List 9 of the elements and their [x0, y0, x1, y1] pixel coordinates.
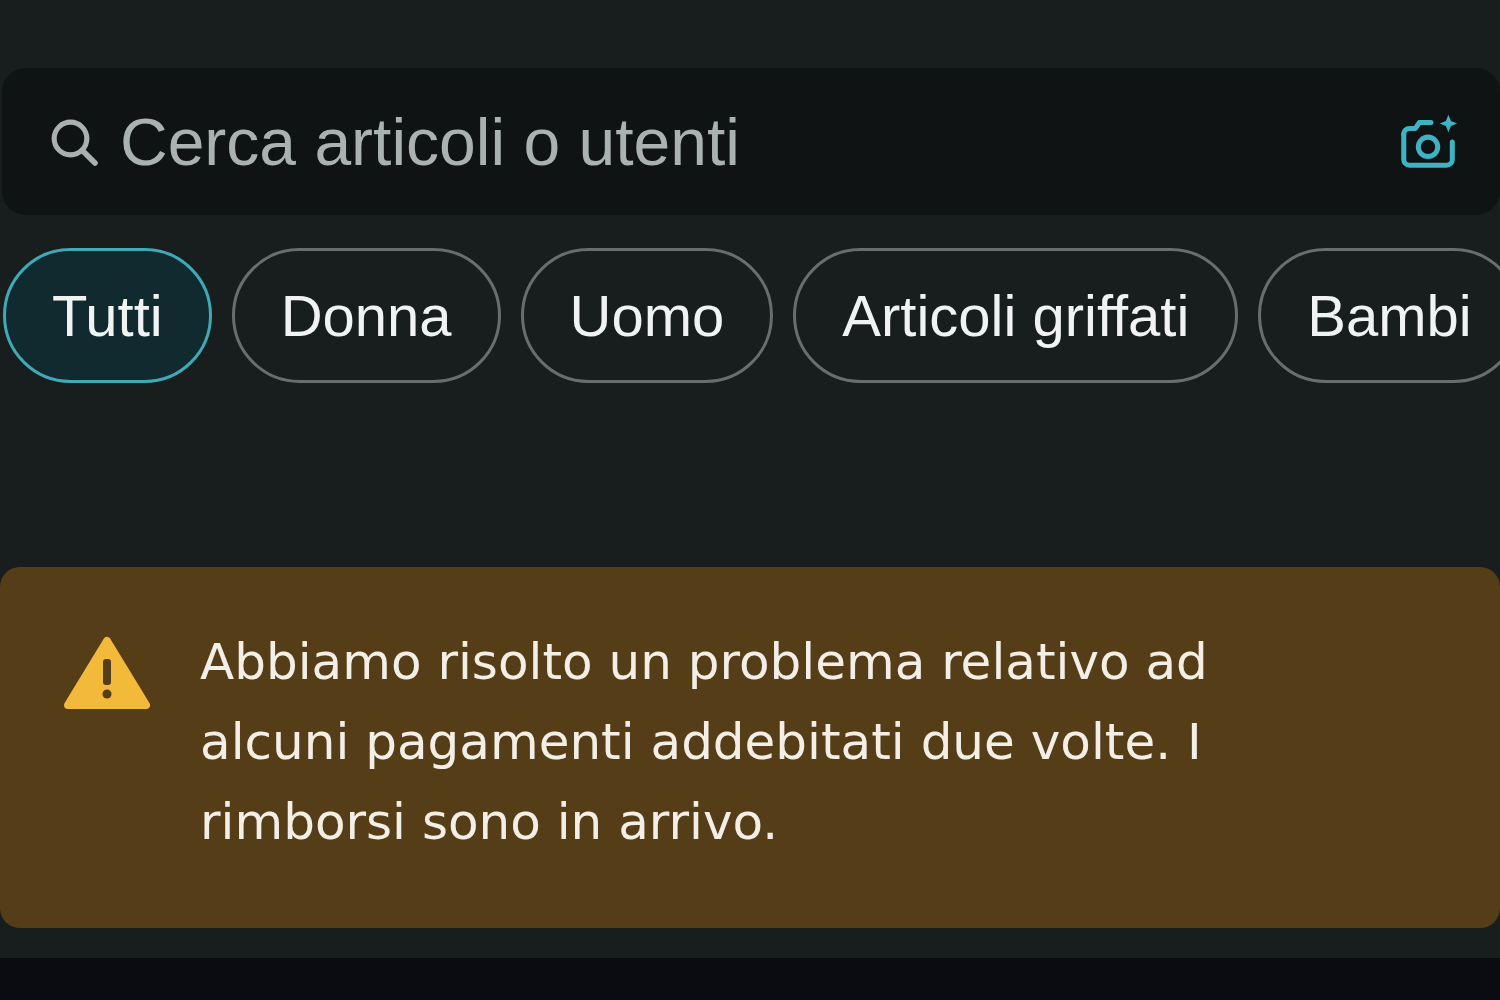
search-bar[interactable]: Cerca articoli o utenti: [2, 68, 1500, 215]
category-chip[interactable]: Uomo: [520, 248, 774, 383]
search-field[interactable]: Cerca articoli o utenti: [120, 103, 1378, 180]
category-chip[interactable]: Tutti: [3, 248, 212, 383]
category-chip[interactable]: Donna: [231, 248, 501, 383]
notice-text: Abbiamo risolto un problema relativo ad alcuni pagamenti addebitati due volte. I rimborsi sono in arrivo.: [200, 632, 1209, 853]
category-chip[interactable]: Bambi: [1258, 248, 1500, 383]
category-chip[interactable]: Articoli griffati: [793, 248, 1239, 383]
warning-icon: [64, 635, 150, 711]
